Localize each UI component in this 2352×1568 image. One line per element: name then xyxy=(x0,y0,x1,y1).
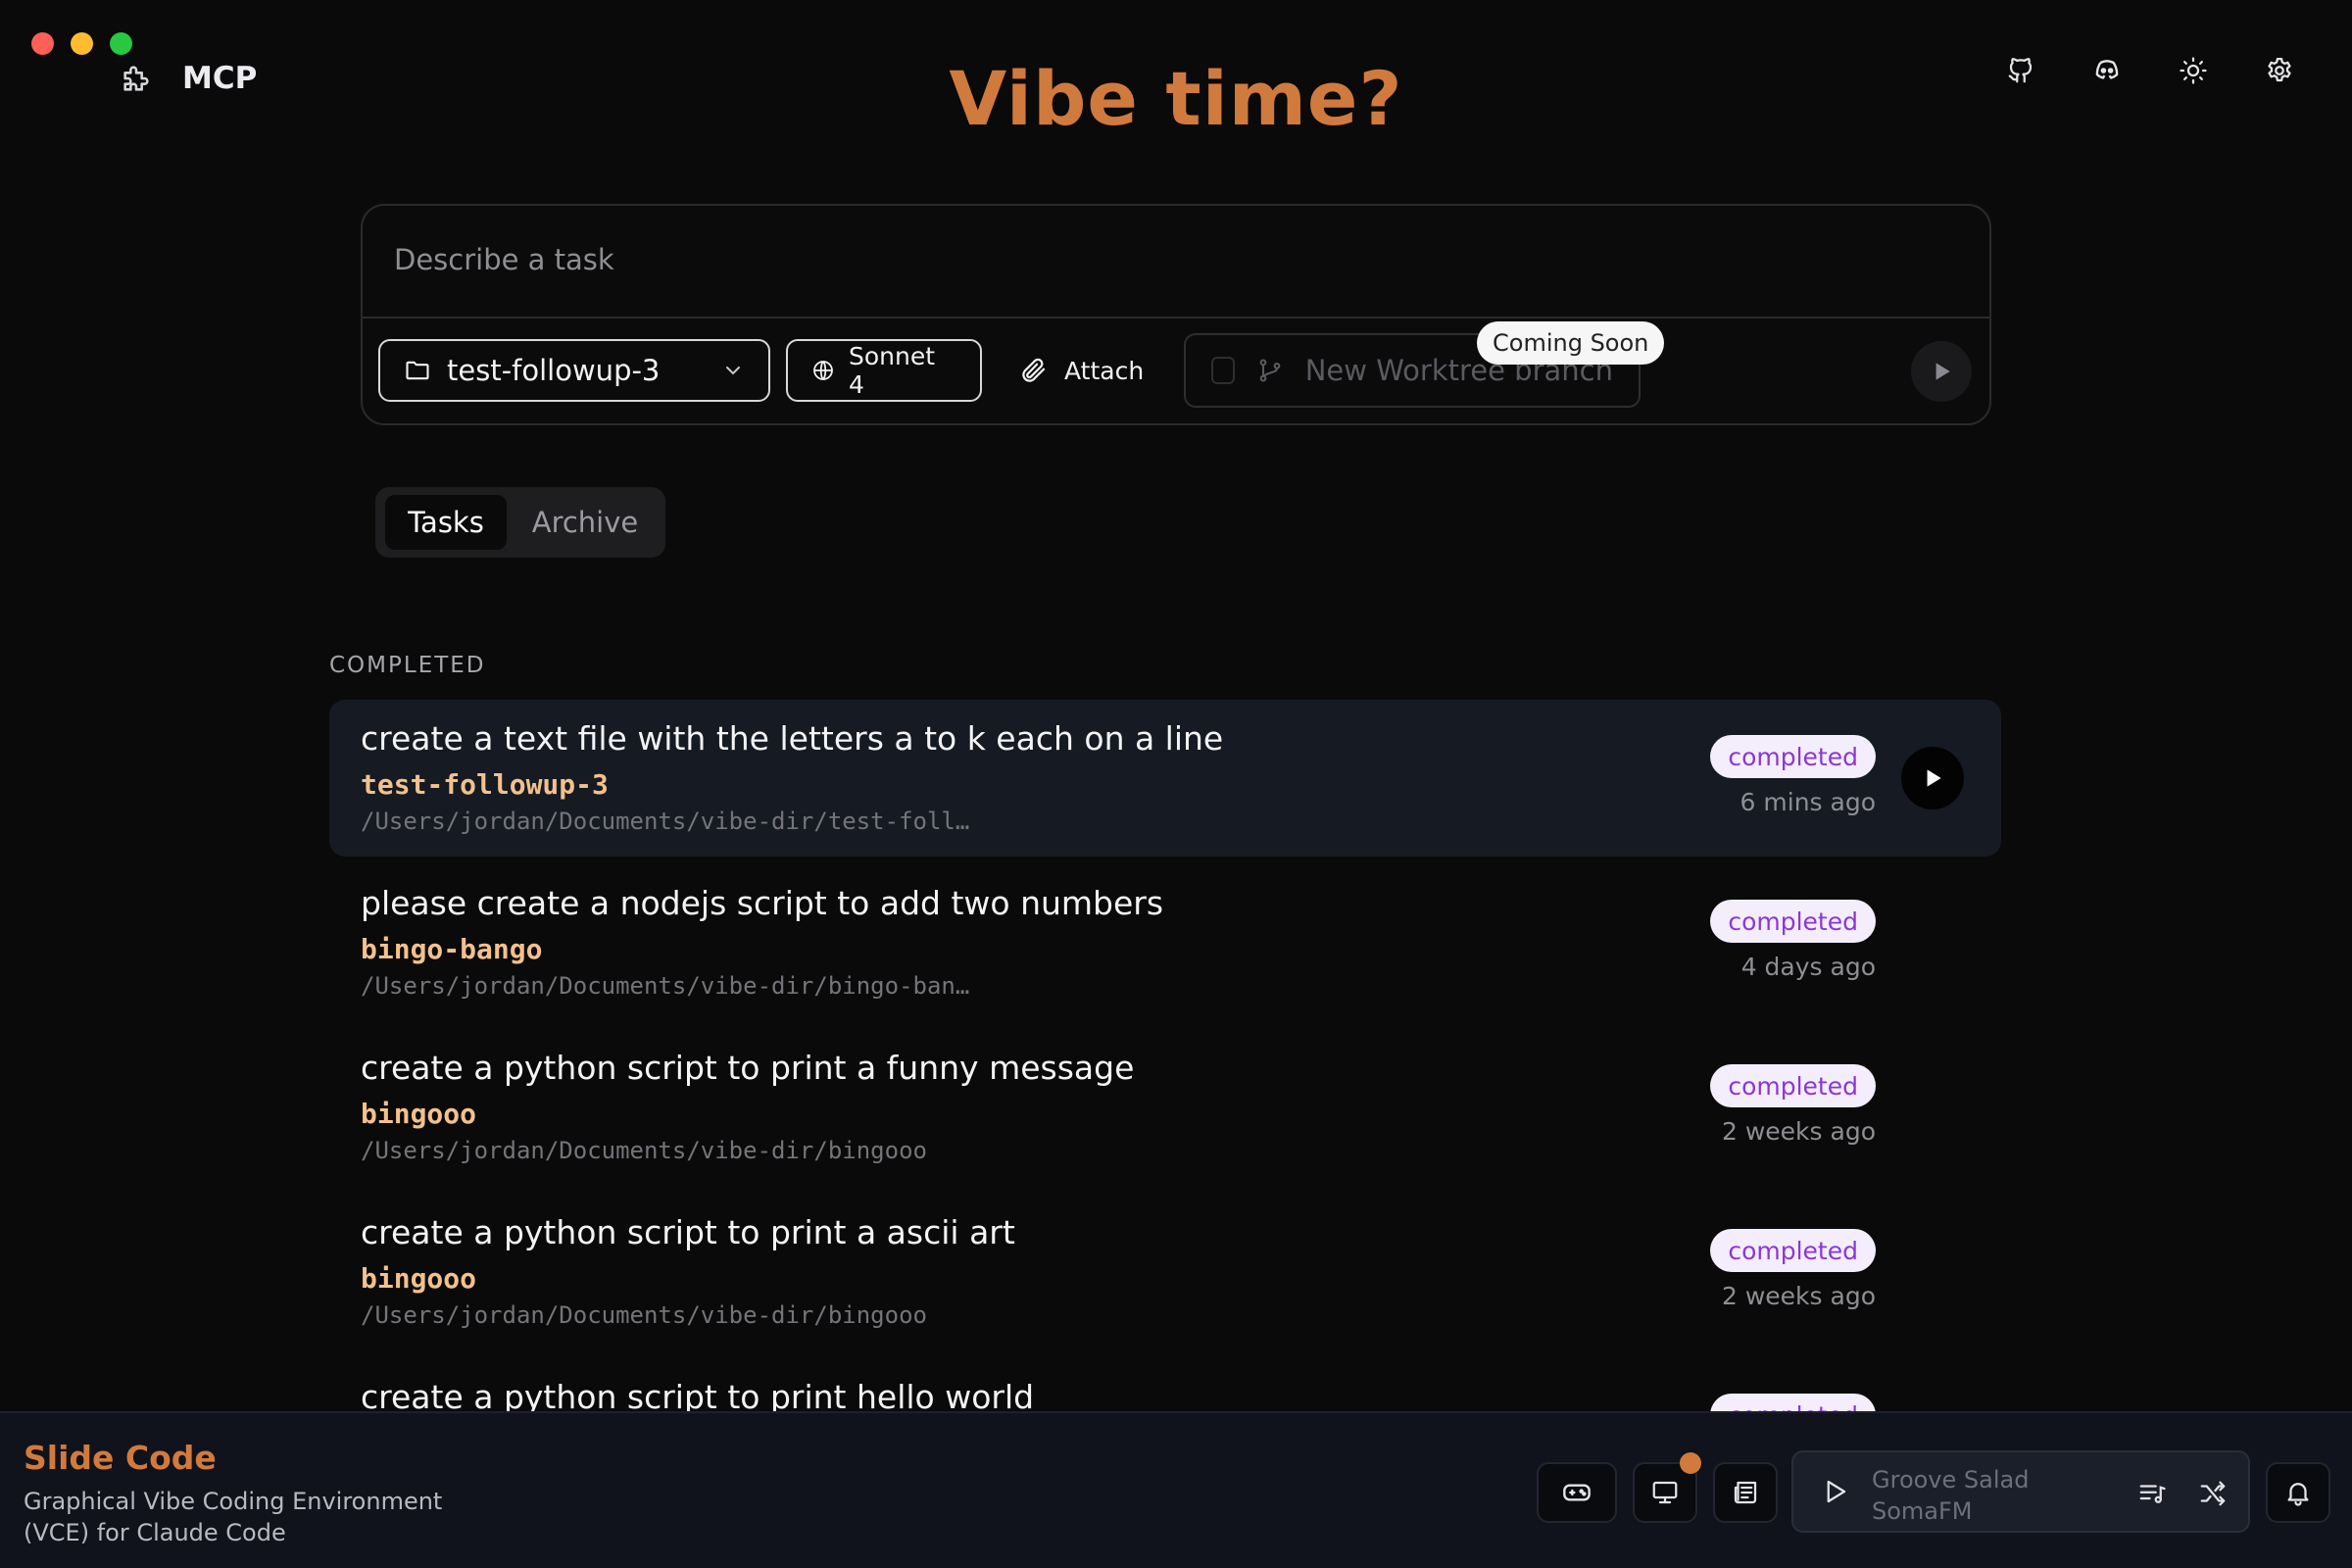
zoom-window-button[interactable] xyxy=(110,32,132,55)
github-button[interactable] xyxy=(1999,49,2042,92)
close-window-button[interactable] xyxy=(31,32,54,55)
bell-icon xyxy=(2283,1478,2313,1507)
shuffle-icon xyxy=(2198,1479,2228,1508)
task-row[interactable]: create a python script to print a ascii … xyxy=(329,1194,2001,1350)
globe-icon xyxy=(811,359,835,382)
task-branch: bingooo xyxy=(361,1098,477,1130)
play-icon xyxy=(1920,765,1945,791)
task-branch: test-followup-3 xyxy=(361,768,609,801)
repo-select[interactable]: test-followup-3 xyxy=(378,339,770,402)
git-branch-icon xyxy=(1256,357,1284,384)
task-timestamp: 2 weeks ago xyxy=(1722,1282,1876,1310)
send-task-button[interactable] xyxy=(1911,341,1972,402)
status-badge: completed xyxy=(1710,1064,1876,1107)
task-path: /Users/jordan/Documents/vibe-dir/bingooo xyxy=(361,1301,927,1329)
play-icon xyxy=(1820,1477,1849,1506)
status-badge: completed xyxy=(1710,1394,1876,1411)
task-row[interactable]: create a python script to print hello wo… xyxy=(329,1358,2001,1411)
status-badge: completed xyxy=(1710,1229,1876,1272)
task-branch: bingooo xyxy=(361,1262,477,1295)
coming-soon-tooltip: Coming Soon xyxy=(1477,321,1665,365)
task-row[interactable]: please create a nodejs script to add two… xyxy=(329,864,2001,1021)
notifications-button[interactable] xyxy=(2266,1462,2330,1523)
theme-toggle-button[interactable] xyxy=(2172,49,2215,92)
radio-station: Groove Salad xyxy=(1872,1466,2030,1494)
resume-task-button[interactable] xyxy=(1901,747,1964,809)
playlist-button[interactable] xyxy=(2131,1472,2174,1515)
task-timestamp: 6 mins ago xyxy=(1740,788,1876,816)
minimize-window-button[interactable] xyxy=(71,32,93,55)
discord-button[interactable] xyxy=(2085,49,2129,92)
model-select-label: Sonnet 4 xyxy=(849,342,936,399)
task-branch: bingo-bango xyxy=(361,933,543,965)
radio-player: Groove Salad SomaFM xyxy=(1791,1450,2250,1533)
chevron-down-icon xyxy=(721,359,745,382)
attach-button[interactable]: Attach xyxy=(1019,339,1144,402)
status-badge: completed xyxy=(1710,735,1876,778)
play-icon xyxy=(1929,359,1954,384)
task-row[interactable]: create a text file with the letters a to… xyxy=(329,700,2001,857)
radio-source: SomaFM xyxy=(1872,1497,1973,1525)
attach-label: Attach xyxy=(1064,356,1145,385)
section-heading: COMPLETED xyxy=(329,653,486,678)
task-timestamp: 4 days ago xyxy=(1740,953,1876,981)
task-row[interactable]: create a python script to print a funny … xyxy=(329,1029,2001,1186)
game-button[interactable] xyxy=(1537,1462,1617,1523)
task-tabs: Tasks Archive xyxy=(375,487,665,558)
github-icon xyxy=(2006,56,2035,85)
radio-play-button[interactable] xyxy=(1813,1470,1856,1513)
task-timestamp: 2 weeks ago xyxy=(1722,1117,1876,1146)
footer-bar: Slide Code Graphical Vibe Coding Environ… xyxy=(0,1411,2352,1568)
discord-icon xyxy=(2091,55,2123,86)
task-title: please create a nodejs script to add two… xyxy=(361,884,1164,922)
task-list: create a text file with the letters a to… xyxy=(329,700,2001,1411)
playlist-icon xyxy=(2137,1479,2167,1508)
task-path: /Users/jordan/Documents/vibe-dir/test-fo… xyxy=(361,808,970,835)
model-select-button[interactable]: Sonnet 4 xyxy=(786,339,982,402)
tab-tasks[interactable]: Tasks xyxy=(385,495,507,550)
sun-icon xyxy=(2179,56,2208,85)
news-button[interactable] xyxy=(1713,1462,1778,1523)
task-input[interactable]: Describe a task xyxy=(394,243,614,276)
worktree-checkbox[interactable] xyxy=(1211,357,1235,384)
shuffle-button[interactable] xyxy=(2191,1472,2234,1515)
task-path: /Users/jordan/Documents/vibe-dir/bingooo xyxy=(361,1137,927,1164)
settings-button[interactable] xyxy=(2258,49,2301,92)
composer-divider xyxy=(363,317,1989,318)
gear-icon xyxy=(2265,56,2294,85)
task-title: create a text file with the letters a to… xyxy=(361,719,1224,758)
gamepad-icon xyxy=(1561,1477,1592,1508)
tab-archive[interactable]: Archive xyxy=(514,495,656,550)
task-path: /Users/jordan/Documents/vibe-dir/bingo-b… xyxy=(361,972,970,1000)
footer-app-name: Slide Code xyxy=(24,1439,217,1477)
footer-description: Graphical Vibe Coding Environment (VCE) … xyxy=(24,1488,443,1546)
task-title: create a python script to print a funny … xyxy=(361,1049,1135,1087)
monitor-icon xyxy=(1650,1478,1680,1507)
repo-select-value: test-followup-3 xyxy=(447,354,661,387)
task-title: create a python script to print a ascii … xyxy=(361,1213,1015,1251)
folder-icon xyxy=(404,357,431,384)
task-title: create a python script to print hello wo… xyxy=(361,1378,1035,1411)
newspaper-icon xyxy=(1731,1478,1760,1507)
paperclip-icon xyxy=(1019,356,1049,385)
status-badge: completed xyxy=(1710,900,1876,943)
notification-dot xyxy=(1680,1452,1701,1474)
